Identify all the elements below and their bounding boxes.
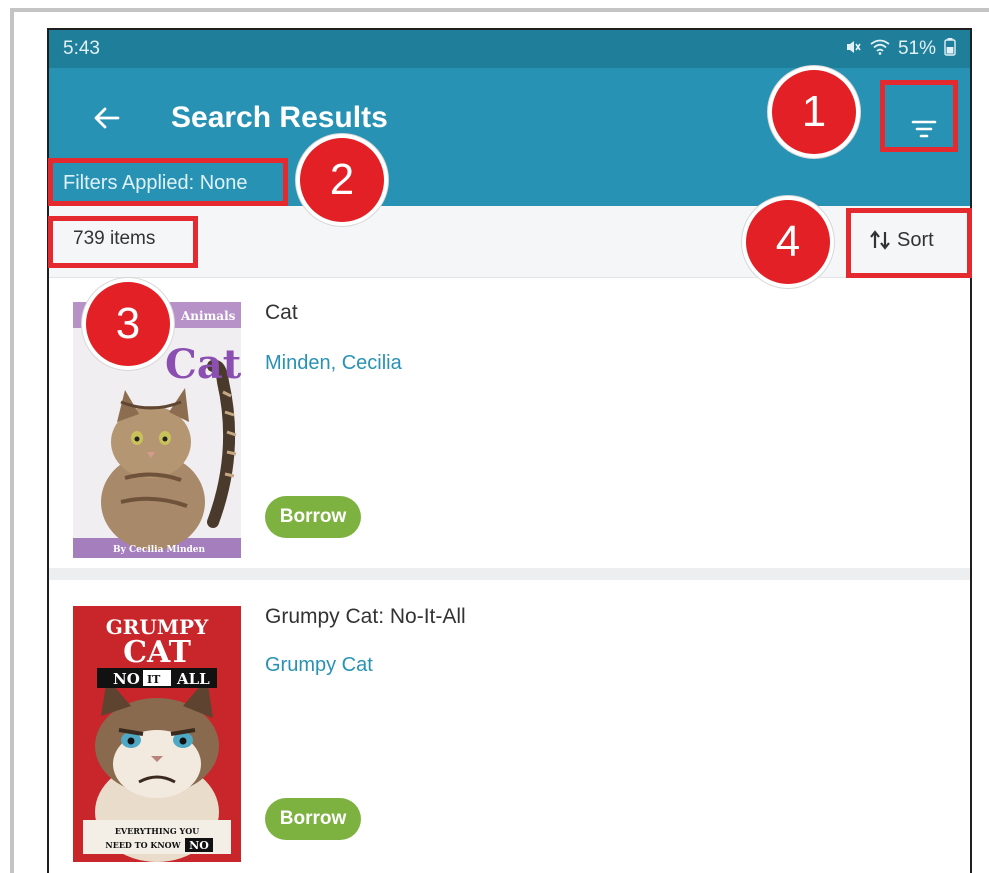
callout-number-4: 4 xyxy=(742,196,834,288)
borrow-button[interactable]: Borrow xyxy=(265,798,361,840)
book-author-link[interactable]: Grumpy Cat xyxy=(265,650,373,680)
back-button[interactable] xyxy=(87,98,127,138)
status-time: 5:43 xyxy=(63,38,100,59)
callout-box-filters-applied xyxy=(48,158,288,206)
book-title[interactable]: Grumpy Cat: No-It-All xyxy=(265,602,466,632)
battery-level: 51% xyxy=(897,38,936,59)
cover-tagline-3: NO xyxy=(189,839,209,852)
cover-line-2: CAT xyxy=(123,635,192,670)
arrow-left-icon xyxy=(94,107,120,129)
grumpy-cat-cover-illustration: GRUMPY CAT NO IT ALL EVERYTHING YOU NEED… xyxy=(73,606,241,862)
battery-icon xyxy=(944,37,956,61)
cover-tagline-2: NEED TO KNOW xyxy=(105,840,181,850)
page-title: Search Results xyxy=(171,101,388,134)
callout-box-count xyxy=(48,216,198,268)
mute-icon xyxy=(844,38,862,61)
callout-number-2: 2 xyxy=(296,134,388,226)
callout-box-sort xyxy=(846,208,972,278)
status-icons: 51% xyxy=(844,37,956,61)
list-item: GRUMPY CAT NO IT ALL EVERYTHING YOU NEED… xyxy=(49,580,970,873)
callout-number-1: 1 xyxy=(768,66,860,158)
cover-byline: By Cecilia Minden xyxy=(113,545,206,555)
borrow-button[interactable]: Borrow xyxy=(265,496,361,538)
book-cover-grumpy-cat[interactable]: GRUMPY CAT NO IT ALL EVERYTHING YOU NEED… xyxy=(73,606,241,862)
book-author-link[interactable]: Minden, Cecilia xyxy=(265,348,402,378)
cover-series: Animals xyxy=(180,309,236,323)
document-left-border xyxy=(10,8,14,873)
callout-box-filter xyxy=(880,80,958,152)
list-item: Cat Animals By Cecilia Minden Cat Minden… xyxy=(49,278,970,568)
wifi-icon xyxy=(870,39,890,60)
device-screen: 5:43 51% Search Results Filters Applied:… xyxy=(47,28,972,873)
list-divider xyxy=(49,568,970,580)
cover-tagline-1: EVERYTHING YOU xyxy=(115,826,199,836)
cover-line-3c: ALL xyxy=(176,670,210,688)
callout-number-3: 3 xyxy=(82,278,174,370)
status-bar: 5:43 51% xyxy=(49,30,970,68)
document-top-border xyxy=(10,8,989,12)
book-title[interactable]: Cat xyxy=(265,298,298,328)
cover-line-3a: NO xyxy=(113,670,140,688)
cover-heading: Cat xyxy=(165,341,241,388)
cover-line-3b: IT xyxy=(147,673,161,686)
